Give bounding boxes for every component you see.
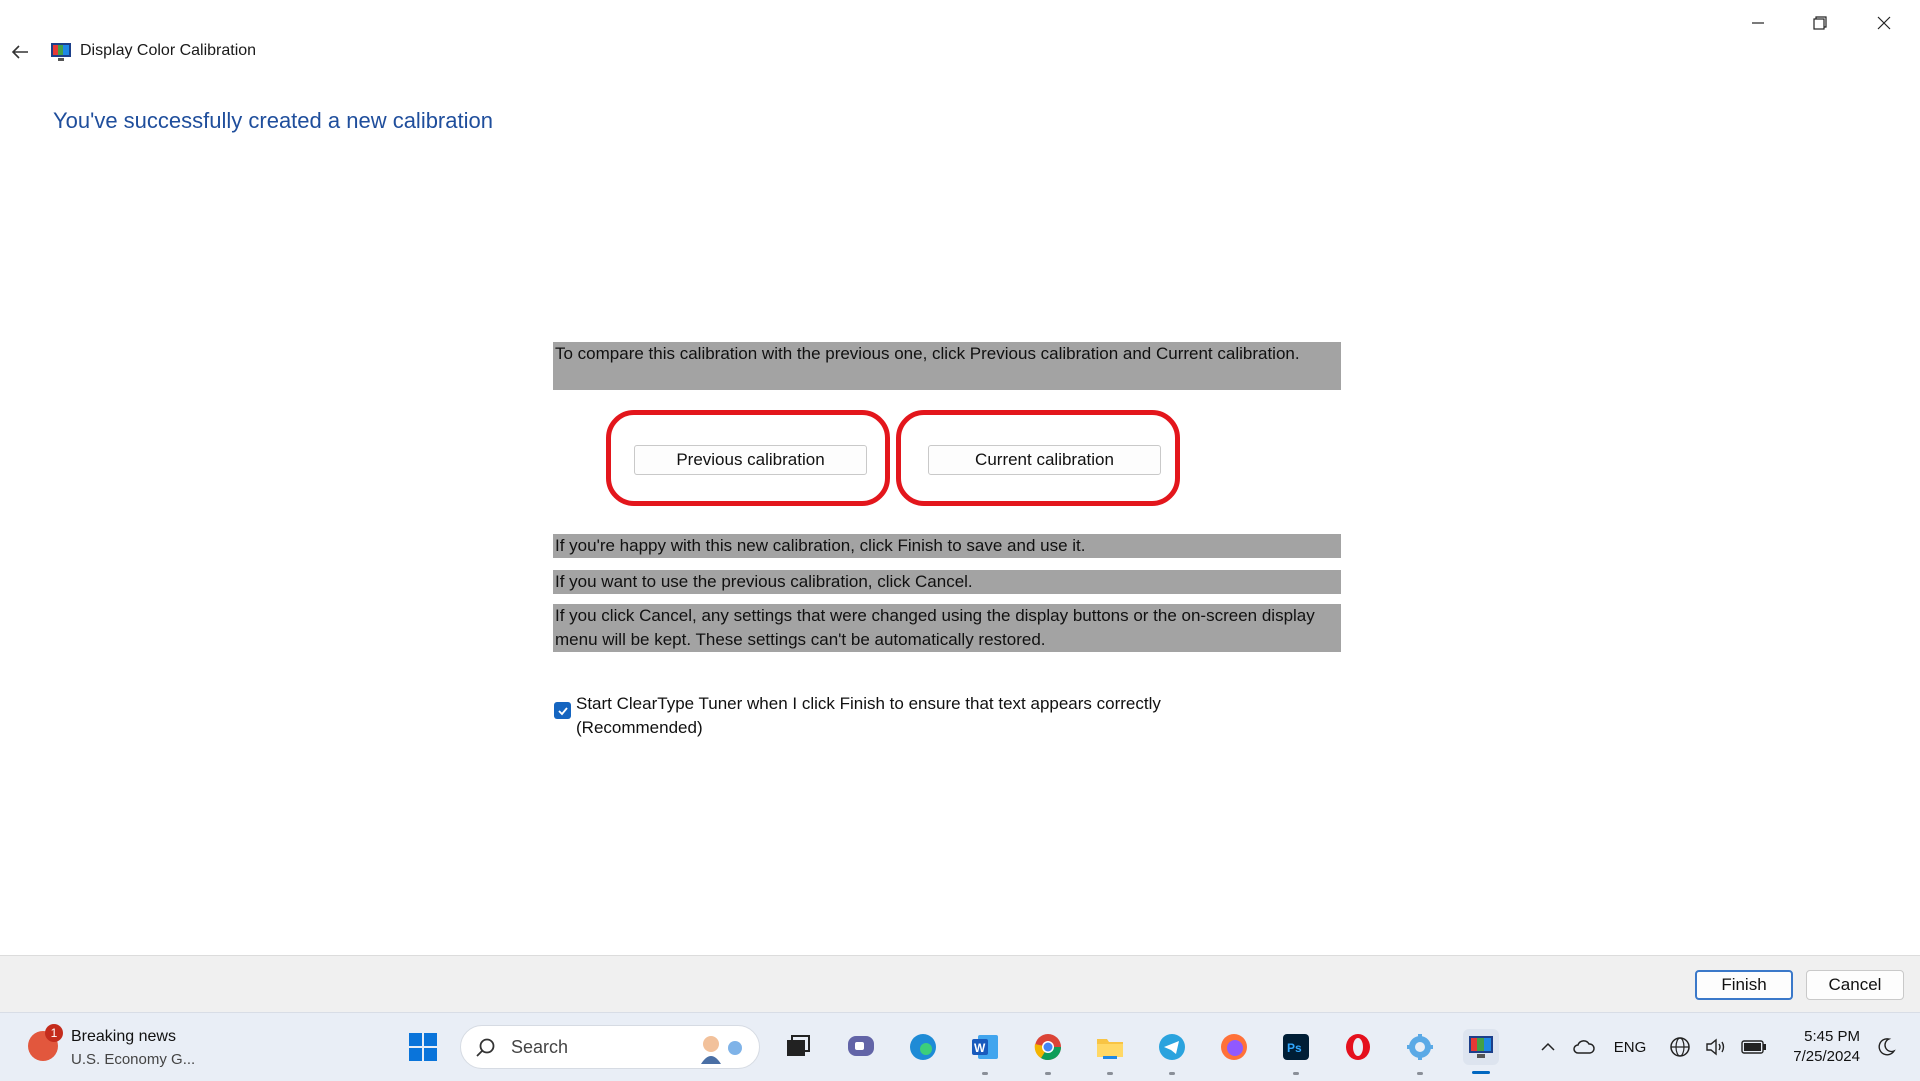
chat-icon — [848, 1036, 874, 1056]
search-placeholder: Search — [511, 1037, 569, 1057]
globe-icon — [1670, 1037, 1690, 1057]
window-title: Display Color Calibration — [80, 42, 257, 59]
edge-icon — [910, 1034, 936, 1060]
start-button[interactable] — [405, 1029, 441, 1065]
taskbar-clock[interactable]: 5:45 PM 7/25/2024 — [1778, 1027, 1860, 1067]
taskbar: 1 Breaking news U.S. Economy G... Search… — [0, 1012, 1920, 1081]
taskbar-search[interactable]: Search — [460, 1025, 760, 1069]
task-view-button[interactable] — [780, 1029, 816, 1065]
color-calibration-app-icon — [1469, 1036, 1493, 1058]
clock-time: 5:45 PM — [1804, 1028, 1860, 1045]
opera-button[interactable] — [1340, 1029, 1376, 1065]
battery-tray-button[interactable] — [1736, 1013, 1772, 1081]
volume-tray-button[interactable] — [1700, 1013, 1732, 1081]
firefox-button[interactable] — [1216, 1029, 1252, 1065]
chat-button[interactable] — [843, 1029, 879, 1065]
file-explorer-icon — [1097, 1039, 1123, 1059]
settings-app-icon — [1407, 1034, 1433, 1060]
show-hidden-icons-button[interactable] — [1534, 1013, 1562, 1081]
svg-text:Ps: Ps — [1287, 1041, 1302, 1055]
finish-button[interactable]: Finish — [1695, 970, 1793, 1000]
photoshop-running-indicator — [1293, 1072, 1299, 1075]
onedrive-tray-button[interactable] — [1568, 1013, 1600, 1081]
close-icon — [1877, 16, 1891, 30]
chrome-button[interactable] — [1030, 1029, 1066, 1065]
restore-button[interactable] — [1792, 4, 1848, 42]
cancel-warning: If you click Cancel, any settings that w… — [553, 604, 1341, 652]
cleartype-checkbox-label[interactable]: Start ClearType Tuner when I click Finis… — [576, 692, 1276, 740]
firefox-icon — [1221, 1034, 1247, 1060]
opera-icon — [1346, 1034, 1370, 1060]
settings-running-indicator — [1417, 1072, 1423, 1075]
task-view-icon — [787, 1035, 810, 1056]
photoshop-button[interactable]: Ps — [1278, 1029, 1314, 1065]
telegram-running-indicator — [1169, 1072, 1175, 1075]
file-explorer-button[interactable] — [1092, 1029, 1128, 1065]
svg-text:W: W — [974, 1041, 986, 1055]
dialog-footer: Finish Cancel — [0, 955, 1920, 1013]
word-running-indicator — [982, 1072, 988, 1075]
search-icon — [476, 1038, 495, 1057]
cancel-button[interactable]: Cancel — [1806, 970, 1904, 1000]
cancel-instructions: If you want to use the previous calibrat… — [553, 570, 1341, 594]
active-app-indicator — [1472, 1071, 1490, 1074]
page-heading: You've successfully created a new calibr… — [53, 108, 493, 133]
chrome-running-indicator — [1045, 1072, 1051, 1075]
close-button[interactable] — [1856, 4, 1912, 42]
search-highlight-icon — [701, 1036, 742, 1064]
news-badge: 1 — [45, 1024, 63, 1042]
chevron-up-icon — [1541, 1042, 1555, 1051]
title-bar: Display Color Calibration — [0, 0, 1920, 78]
telegram-icon — [1159, 1034, 1185, 1060]
edge-button[interactable] — [905, 1029, 941, 1065]
settings-app-button[interactable] — [1402, 1029, 1438, 1065]
explorer-running-indicator — [1107, 1072, 1113, 1075]
network-tray-button[interactable] — [1664, 1013, 1696, 1081]
word-button[interactable]: W — [967, 1029, 1003, 1065]
word-icon: W — [972, 1035, 998, 1059]
minimize-button[interactable] — [1730, 4, 1786, 42]
battery-icon — [1741, 1040, 1766, 1054]
checkmark-icon — [557, 706, 568, 715]
start-icon — [409, 1033, 437, 1061]
back-arrow-icon — [11, 45, 28, 59]
telegram-button[interactable] — [1154, 1029, 1190, 1065]
photoshop-icon: Ps — [1283, 1034, 1309, 1060]
chrome-icon — [1034, 1034, 1062, 1061]
cleartype-checkbox[interactable] — [554, 702, 571, 719]
restore-icon — [1813, 16, 1827, 30]
compare-instructions: To compare this calibration with the pre… — [553, 342, 1341, 390]
cloud-icon — [1573, 1040, 1595, 1054]
news-title[interactable]: Breaking news — [71, 1028, 176, 1046]
news-subtitle[interactable]: U.S. Economy G... — [71, 1051, 195, 1068]
speaker-icon — [1706, 1038, 1725, 1056]
language-indicator[interactable]: ENG — [1608, 1013, 1652, 1081]
do-not-disturb-icon — [1878, 1038, 1896, 1056]
back-button[interactable] — [6, 38, 34, 66]
current-calibration-button[interactable]: Current calibration — [928, 445, 1161, 475]
finish-instructions: If you're happy with this new calibratio… — [553, 534, 1341, 558]
previous-calibration-button[interactable]: Previous calibration — [634, 445, 867, 475]
display-calibration-icon — [51, 43, 71, 61]
clock-date: 7/25/2024 — [1793, 1048, 1860, 1065]
calibration-window: Display Color Calibration You've success… — [0, 0, 1920, 1013]
notification-button[interactable] — [1870, 1013, 1902, 1081]
minimize-icon — [1752, 22, 1764, 24]
color-calibration-app-button[interactable] — [1463, 1029, 1499, 1065]
